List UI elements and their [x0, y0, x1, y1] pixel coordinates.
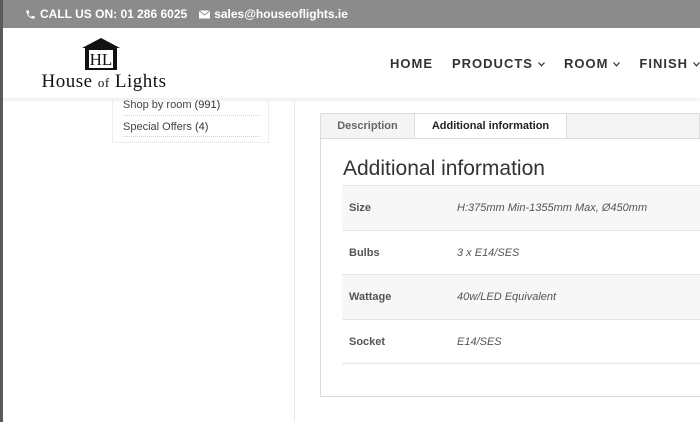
nav-item-label: HOME — [390, 56, 433, 71]
phone-label: CALL US ON: 01 286 6025 — [40, 7, 188, 21]
nav-item-home[interactable]: HOME — [390, 56, 433, 71]
sidebar-item-special-offers[interactable]: Special Offers (4) — [123, 121, 208, 133]
contact-bar: CALL US ON: 01 286 6025 sales@houseoflig… — [0, 0, 700, 28]
house-logo-icon: HL — [82, 38, 120, 70]
divider — [123, 115, 260, 116]
nav-item-products[interactable]: PRODUCTS — [452, 56, 545, 71]
nav-item-room[interactable]: ROOM — [563, 56, 621, 71]
column-divider — [294, 98, 295, 422]
logo-word-lights: Lights — [114, 71, 167, 92]
sidebar-item-label: Shop by room — [123, 99, 192, 111]
window-frame — [0, 0, 3, 422]
email-link[interactable]: sales@houseoflights.ie — [199, 7, 348, 21]
site-logo[interactable]: HL House of Lights — [26, 38, 182, 93]
attribute-name: Socket — [349, 335, 386, 348]
sidebar-item-count: (4) — [194, 121, 209, 133]
attribute-name: Wattage — [349, 291, 392, 303]
attribute-name: Bulbs — [349, 246, 380, 259]
envelope-icon — [199, 9, 211, 18]
table-row: Wattage 40w/LED Equivalent — [342, 275, 700, 320]
attribute-value: 3 x E14/SES — [457, 246, 520, 259]
chevron-down-icon — [538, 59, 545, 69]
table-row: Bulbs 3 x E14/SES — [342, 230, 700, 275]
tab-additional-information[interactable]: Additional information — [414, 114, 567, 140]
sidebar-category-widget: Shop by room (991) Special Offers (4) — [112, 98, 269, 143]
email-label: sales@houseoflights.ie — [214, 7, 348, 21]
table-row: Size H:375mm Min-1355mm Max, Ø450mm — [342, 186, 700, 231]
attributes-table: Size H:375mm Min-1355mm Max, Ø450mm Bulb… — [342, 185, 700, 364]
attribute-value: E14/SES — [457, 335, 502, 348]
panel-title: Additional information — [343, 157, 545, 180]
attribute-name: Size — [349, 202, 372, 214]
tab-description[interactable]: Description — [321, 114, 414, 139]
sidebar-item-shop-by-room[interactable]: Shop by room (991) — [123, 99, 220, 111]
logo-word-house: House — [41, 71, 93, 92]
logo-wordmark: House of Lights — [26, 71, 182, 93]
nav-item-label: FINISH — [639, 56, 689, 71]
nav-item-finish[interactable]: FINISH — [639, 56, 700, 71]
phone-icon — [26, 9, 35, 19]
chevron-down-icon — [693, 59, 700, 69]
sidebar-item-label: Special Offers — [123, 121, 192, 133]
table-row: Socket E14/SES — [342, 319, 700, 364]
main-navigation: HOME PRODUCTS ROOM FINISH — [390, 56, 700, 71]
sidebar-item-count: (991) — [194, 99, 221, 111]
nav-item-label: ROOM — [563, 56, 609, 71]
product-tabs: Description Additional information — [320, 113, 700, 140]
site-header: HL House of Lights HOME PRODUCTS ROOM FINIS… — [0, 28, 700, 98]
nav-item-label: PRODUCTS — [452, 56, 533, 71]
phone-link[interactable]: CALL US ON: 01 286 6025 — [25, 7, 187, 21]
attribute-value: 40w/LED Equivalent — [457, 291, 557, 303]
chevron-down-icon — [613, 59, 621, 69]
divider — [123, 136, 260, 137]
svg-text:HL: HL — [90, 50, 113, 69]
attribute-value: H:375mm Min-1355mm Max, Ø450mm — [457, 202, 648, 214]
logo-word-of: of — [97, 75, 110, 90]
